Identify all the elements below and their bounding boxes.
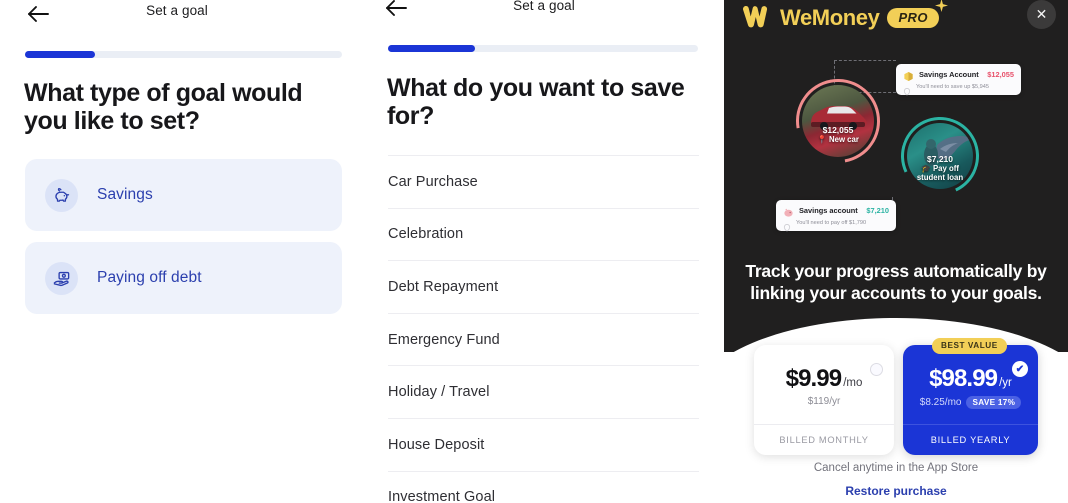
goal-photo-car: $12,055 📍 New car: [802, 85, 874, 157]
goal-photo-student: $7,210 🎓 Pay off student loan: [907, 123, 973, 189]
piggy-bank-icon: [45, 178, 78, 212]
hand-money-icon: [45, 261, 78, 295]
sparkle-icon: [934, 0, 948, 12]
progress-bar: [388, 45, 698, 52]
target-icon: [783, 219, 791, 232]
plan-body: $98.99/yr $8.25/mo SAVE 17% ✔: [903, 345, 1038, 424]
plan-subprice-line: $8.25/mo SAVE 17%: [903, 396, 1038, 409]
option-card-savings[interactable]: Savings: [25, 159, 342, 231]
account-card-amount: $12,055: [987, 70, 1014, 79]
wemoney-w-icon: [741, 5, 775, 31]
option-label: Paying off debt: [97, 269, 202, 286]
plan-price: $9.99: [785, 365, 842, 392]
list-item-label: Car Purchase: [388, 173, 478, 190]
list-item-label: Investment Goal: [388, 489, 496, 503]
best-value-badge: BEST VALUE: [932, 338, 1007, 354]
list-item[interactable]: Celebration: [388, 207, 699, 261]
save-pill: SAVE 17%: [966, 396, 1022, 409]
list-item-label: Debt Repayment: [388, 278, 499, 295]
list-item-label: Celebration: [388, 226, 464, 243]
progress-bar-fill: [388, 45, 475, 52]
graduation-pin-icon: 🎓: [921, 163, 931, 173]
connector-line: [834, 60, 896, 61]
goal-purpose-list: Car Purchase Celebration Debt Repayment …: [388, 155, 699, 503]
page-title: Set a goal: [513, 0, 575, 13]
wemoney-pro-logo: WeMoney PRO: [741, 0, 948, 31]
account-card: Savings account $7,210 You'll need to pa…: [776, 200, 896, 232]
account-card-title: Savings Account: [919, 70, 979, 79]
list-item[interactable]: Investment Goal: [388, 470, 699, 503]
brand-name: WeMoney: [780, 5, 880, 30]
list-item[interactable]: Emergency Fund: [388, 312, 699, 366]
plan-footer: BILLED YEARLY: [903, 424, 1038, 455]
account-card-title: Savings account: [799, 206, 858, 215]
account-card-sub: You'll need to pay off $1,790: [783, 219, 889, 232]
goal-tracking-illustration: $12,055 📍 New car $7,210 🎓 Pay off stude…: [724, 55, 1068, 245]
topbar: Set a goal: [0, 0, 368, 30]
plan-subprice: $8.25/mo: [919, 397, 962, 409]
plan-card-yearly[interactable]: $98.99/yr $8.25/mo SAVE 17% ✔ BILLED YEAR…: [903, 345, 1038, 455]
piggy-bank-icon: [783, 205, 794, 217]
target-icon: [903, 83, 911, 96]
panel-wemoney-pro: WeMoney PRO ✕ $12,055 📍 New car $7,210 🎓…: [724, 0, 1068, 503]
plan-period: /mo: [843, 377, 863, 389]
goal-ring-caption: $7,210 🎓 Pay off student loan: [907, 154, 973, 183]
list-item-label: Holiday / Travel: [388, 384, 490, 401]
page-title: Set a goal: [146, 3, 208, 18]
panel-goal-type: Set a goal What type of goal would you l…: [0, 0, 368, 503]
list-item[interactable]: House Deposit: [388, 417, 699, 471]
pro-badge: PRO: [887, 0, 948, 28]
account-card-header: Savings Account $12,055: [903, 69, 1014, 81]
option-card-paying-off-debt[interactable]: Paying off debt: [25, 242, 342, 314]
restore-purchase-link[interactable]: Restore purchase: [724, 484, 1068, 498]
topbar: Set a goal: [368, 0, 724, 30]
progress-bar: [25, 51, 342, 58]
plan-card-monthly[interactable]: $9.99/mo $119/yr BILLED MONTHLY: [754, 345, 894, 455]
radio-checked-icon[interactable]: ✔: [1012, 361, 1028, 377]
account-card-header: Savings account $7,210: [783, 205, 889, 217]
cancel-note: Cancel anytime in the App Store: [813, 462, 979, 474]
list-item[interactable]: Debt Repayment: [388, 260, 699, 313]
plan-footer: BILLED MONTHLY: [754, 424, 894, 455]
account-card-amount: $7,210: [866, 206, 889, 215]
account-card-sub-text: You'll need to save up $5,945: [916, 84, 990, 90]
plan-body: $9.99/mo $119/yr: [754, 345, 894, 424]
goal-name: 📍 New car: [817, 134, 859, 144]
close-icon[interactable]: ✕: [1027, 0, 1056, 29]
progress-bar-fill: [25, 51, 95, 58]
list-item[interactable]: Car Purchase: [388, 155, 699, 208]
account-card: Savings Account $12,055 You'll need to s…: [896, 64, 1021, 96]
wallet-icon: [903, 69, 914, 81]
list-item[interactable]: Holiday / Travel: [388, 365, 699, 418]
screenshot-stage: Set a goal What type of goal would you l…: [0, 0, 1068, 503]
goal-ring-caption: $12,055 📍 New car: [802, 125, 874, 145]
option-label: Savings: [97, 186, 153, 203]
list-item-label: House Deposit: [388, 436, 485, 453]
headline: What type of goal would you like to set?: [24, 79, 303, 135]
plan-period: /yr: [999, 377, 1012, 389]
radio-unchecked-icon[interactable]: [870, 363, 883, 376]
plan-price: $98.99: [929, 365, 998, 392]
car-pin-icon: 📍: [817, 134, 827, 144]
headline: What do you want to save for?: [387, 74, 685, 130]
pro-badge-label: PRO: [898, 10, 928, 25]
goal-name: 🎓 Pay off student loan: [916, 163, 964, 182]
list-item-label: Emergency Fund: [388, 331, 500, 348]
account-card-sub-text: You'll need to pay off $1,790: [796, 220, 867, 226]
plan-subprice: $119/yr: [807, 396, 841, 407]
account-card-sub: You'll need to save up $5,945: [903, 83, 1014, 96]
pro-headline: Track your progress automatically by lin…: [745, 261, 1047, 304]
